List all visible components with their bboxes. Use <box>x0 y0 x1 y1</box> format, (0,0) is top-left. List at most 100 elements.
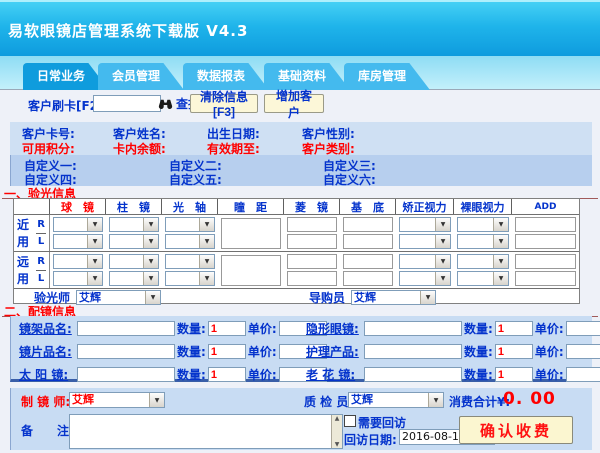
tab-member-management[interactable]: 会员管理 <box>98 63 184 90</box>
prism-input[interactable] <box>287 254 337 269</box>
base-input[interactable] <box>343 217 393 232</box>
prism-input[interactable] <box>287 217 337 232</box>
sphere-select[interactable]: ▼ <box>53 234 103 249</box>
col-header-base: 基 底 <box>340 199 396 214</box>
corrected-vision-select[interactable]: ▼ <box>399 217 451 232</box>
confirm-payment-button[interactable]: 确认收费 <box>459 416 573 444</box>
contact-lenses-label[interactable]: 隐形眼镜: <box>306 320 364 337</box>
cylinder-select[interactable]: ▼ <box>109 217 159 232</box>
reading-glasses-name-input[interactable] <box>364 367 462 382</box>
axis-select[interactable]: ▼ <box>165 217 215 232</box>
frame-row: 镜架品名: 数量: 单价: <box>19 320 327 337</box>
care-product-price-input[interactable] <box>566 344 600 359</box>
corrected-vision-select[interactable]: ▼ <box>399 271 451 286</box>
prism-input[interactable] <box>287 234 337 249</box>
base-input[interactable] <box>343 254 393 269</box>
naked-vision-select[interactable]: ▼ <box>457 217 509 232</box>
care-product-label[interactable]: 护理产品: <box>306 343 364 360</box>
card-swipe-input[interactable] <box>93 95 161 112</box>
chevron-down-icon: ▼ <box>199 255 214 268</box>
chevron-down-icon: ▼ <box>87 255 102 268</box>
base-input[interactable] <box>343 234 393 249</box>
base-input[interactable] <box>343 271 393 286</box>
lens-maker-label: 制 镜 师: <box>21 393 70 410</box>
add-input[interactable] <box>515 234 576 249</box>
app-window: 易软眼镜店管理系统下载版 V4.3 日常业务 会员管理 数据报表 基础资料 库房… <box>0 0 600 453</box>
corrected-vision-select[interactable]: ▼ <box>399 234 451 249</box>
care-product-qty-input[interactable] <box>495 344 533 359</box>
naked-vision-select[interactable]: ▼ <box>457 271 509 286</box>
binoculars-search-icon <box>158 98 173 110</box>
chevron-down-icon: ▼ <box>143 235 158 248</box>
remark-textarea[interactable]: ▲ ▼ <box>69 414 343 449</box>
sphere-select[interactable]: ▼ <box>53 254 103 269</box>
axis-select[interactable]: ▼ <box>165 271 215 286</box>
lens-row: 镜片品名: 数量: 单价: <box>19 343 327 360</box>
lens-maker-select[interactable]: 艾辉▼ <box>69 392 165 408</box>
optometry-table: 球 镜 柱 镜 光 轴 瞳 距 菱 镜 基 底 矫正视力 裸眼视力 ADD 近用… <box>13 198 580 304</box>
add-input[interactable] <box>515 217 576 232</box>
sphere-select[interactable]: ▼ <box>53 217 103 232</box>
customer-search-row: 客户刷卡[F2]: 查找 清除信息[F3] 增加客户 <box>0 90 600 120</box>
near-vision-group: 近用 R L ▼ ▼ ▼ ▼ ▼ ▼ <box>14 215 579 251</box>
prism-input[interactable] <box>287 271 337 286</box>
scroll-down-icon[interactable]: ▼ <box>335 441 340 448</box>
add-customer-button[interactable]: 增加客户 <box>264 94 324 113</box>
chevron-down-icon: ▼ <box>199 218 214 231</box>
qty-label: 数量: <box>177 343 206 360</box>
sphere-select[interactable]: ▼ <box>53 271 103 286</box>
qty-label: 数量: <box>464 320 493 337</box>
chevron-down-icon: ▼ <box>87 272 102 285</box>
scroll-up-icon[interactable]: ▲ <box>335 415 340 422</box>
tab-daily-business[interactable]: 日常业务 <box>23 63 109 90</box>
need-callback-checkbox[interactable] <box>344 415 356 427</box>
naked-vision-select[interactable]: ▼ <box>457 234 509 249</box>
sunglasses-label[interactable]: 太 阳 镜: <box>19 366 77 383</box>
qty-label: 数量: <box>177 320 206 337</box>
contact-lenses-price-input[interactable] <box>566 321 600 336</box>
col-header-axis: 光 轴 <box>162 199 218 214</box>
frame-qty-input[interactable] <box>208 321 246 336</box>
add-input[interactable] <box>515 254 576 269</box>
frame-name-input[interactable] <box>77 321 175 336</box>
lens-qty-input[interactable] <box>208 344 246 359</box>
chevron-down-icon: ▼ <box>493 235 508 248</box>
sunglasses-name-input[interactable] <box>77 367 175 382</box>
axis-select[interactable]: ▼ <box>165 254 215 269</box>
unit-price-label: 单价: <box>248 366 277 383</box>
tab-data-reports[interactable]: 数据报表 <box>183 63 269 90</box>
cylinder-select[interactable]: ▼ <box>109 234 159 249</box>
sunglasses-qty-input[interactable] <box>208 367 246 382</box>
contact-lenses-qty-input[interactable] <box>495 321 533 336</box>
lens-name-input[interactable] <box>77 344 175 359</box>
unit-price-label: 单价: <box>535 343 564 360</box>
cylinder-select[interactable]: ▼ <box>109 271 159 286</box>
col-header-prism: 菱 镜 <box>284 199 340 214</box>
clear-info-button[interactable]: 清除信息[F3] <box>190 94 258 113</box>
pd-input[interactable] <box>221 218 281 249</box>
near-group-label: 近用 <box>17 216 35 250</box>
reading-glasses-qty-input[interactable] <box>495 367 533 382</box>
lens-name-label[interactable]: 镜片品名: <box>19 343 77 360</box>
pd-input[interactable] <box>221 255 281 286</box>
chevron-down-icon: ▼ <box>435 218 450 231</box>
sunglasses-row: 太 阳 镜: 数量: 单价: <box>19 366 327 383</box>
cylinder-select[interactable]: ▼ <box>109 254 159 269</box>
customer-info-panel: 客户卡号: 客户姓名: 出生日期: 客户性别: 可用积分: 卡内余额: 有效期至… <box>10 122 592 155</box>
naked-vision-select[interactable]: ▼ <box>457 254 509 269</box>
inspector-select[interactable]: 艾辉▼ <box>348 392 444 408</box>
contact-lenses-name-input[interactable] <box>364 321 462 336</box>
chevron-down-icon: ▼ <box>435 272 450 285</box>
tab-warehouse[interactable]: 库房管理 <box>344 63 430 90</box>
corrected-vision-select[interactable]: ▼ <box>399 254 451 269</box>
reading-glasses-label[interactable]: 老 花 镜: <box>306 366 364 383</box>
add-input[interactable] <box>515 271 576 286</box>
care-product-name-input[interactable] <box>364 344 462 359</box>
frame-name-label[interactable]: 镜架品名: <box>19 320 77 337</box>
unit-price-label: 单价: <box>535 366 564 383</box>
reading-glasses-price-input[interactable] <box>566 367 600 382</box>
unit-price-label: 单价: <box>535 320 564 337</box>
scrollbar[interactable]: ▲ ▼ <box>331 415 342 448</box>
axis-select[interactable]: ▼ <box>165 234 215 249</box>
unit-price-label: 单价: <box>248 320 277 337</box>
